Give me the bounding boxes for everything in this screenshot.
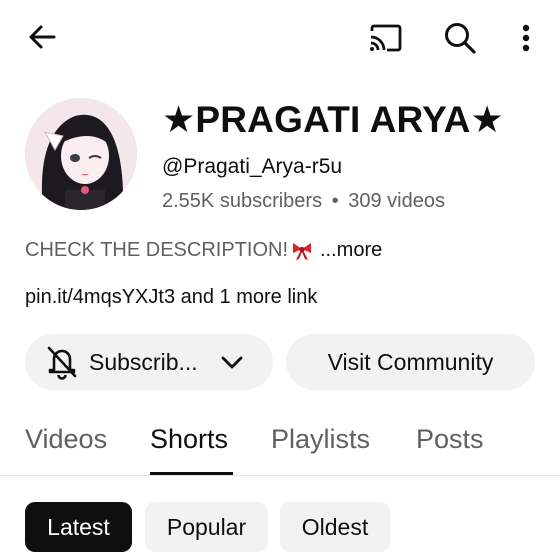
cast-button[interactable] bbox=[363, 16, 407, 60]
bell-off-icon bbox=[47, 346, 77, 380]
stats-separator: • bbox=[331, 190, 339, 212]
channel-handle: @Pragati_Arya-r5u bbox=[162, 155, 343, 178]
tabs-divider bbox=[0, 475, 560, 476]
tab-posts[interactable]: Posts bbox=[416, 424, 484, 455]
ribbon-icon bbox=[293, 243, 311, 260]
more-options-button[interactable] bbox=[504, 16, 548, 60]
filter-chip-popular[interactable]: Popular bbox=[145, 502, 268, 552]
channel-links[interactable]: pin.it/4mqsYXJt3 and 1 more link bbox=[25, 286, 317, 309]
video-count: 309 videos bbox=[348, 190, 445, 212]
channel-name: ★PRAGATI ARYA★ bbox=[162, 99, 504, 140]
channel-avatar[interactable] bbox=[25, 98, 137, 210]
search-icon bbox=[445, 23, 476, 54]
more-vert-icon bbox=[522, 24, 530, 52]
active-tab-indicator bbox=[150, 472, 233, 475]
subscriber-count: 2.55K subscribers bbox=[162, 190, 323, 212]
tab-playlists[interactable]: Playlists bbox=[271, 424, 370, 455]
avatar-image bbox=[25, 98, 137, 210]
chevron-down-icon bbox=[221, 356, 243, 369]
tab-shorts[interactable]: Shorts bbox=[150, 424, 228, 455]
cast-icon bbox=[370, 24, 402, 52]
channel-description[interactable]: CHECK THE DESCRIPTION! ...more bbox=[25, 238, 382, 262]
back-arrow-icon bbox=[29, 25, 56, 49]
description-more-link[interactable]: ...more bbox=[320, 239, 382, 262]
filter-chip-oldest[interactable]: Oldest bbox=[280, 502, 390, 552]
subscribed-button[interactable]: Subscrib... bbox=[25, 334, 273, 390]
subscribe-label: Subscrib... bbox=[89, 348, 198, 375]
visit-community-button[interactable]: Visit Community bbox=[286, 334, 535, 390]
tab-videos[interactable]: Videos bbox=[25, 424, 107, 455]
channel-stats: 2.55K subscribers • 309 videos bbox=[162, 190, 445, 213]
description-text: CHECK THE DESCRIPTION! bbox=[25, 238, 288, 261]
search-button[interactable] bbox=[438, 16, 482, 60]
back-button[interactable] bbox=[20, 15, 64, 59]
filter-chip-latest[interactable]: Latest bbox=[25, 502, 132, 552]
